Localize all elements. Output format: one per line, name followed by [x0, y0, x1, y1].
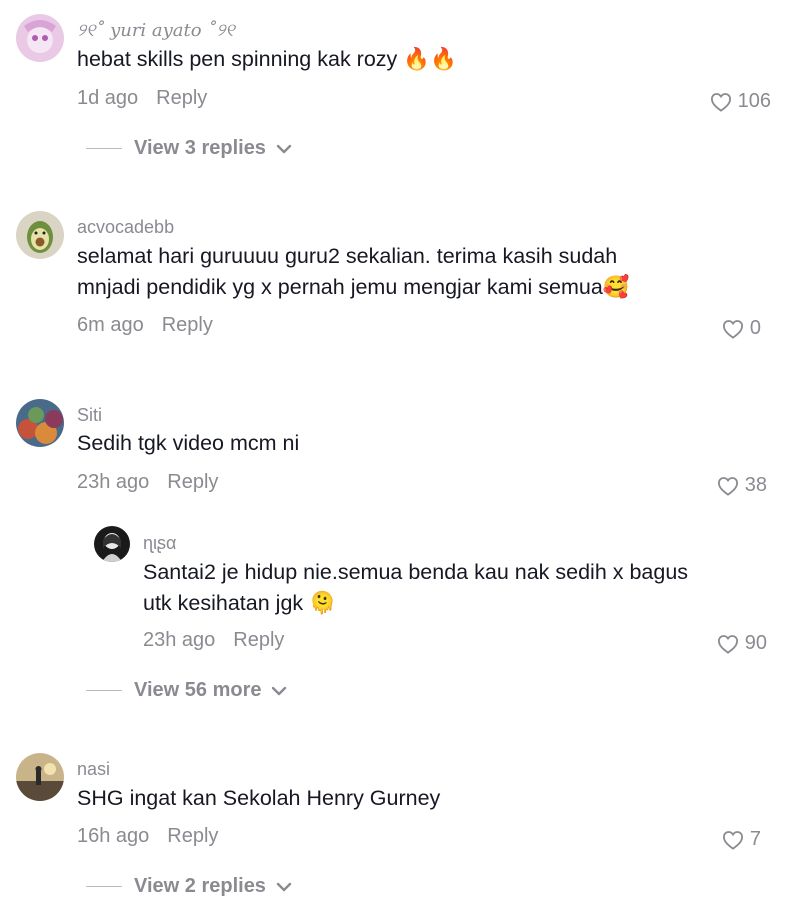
like-count: 106 — [737, 90, 771, 112]
comment-meta: 1d ago Reply — [77, 87, 207, 110]
heart-outline-icon — [717, 634, 738, 654]
reply-button[interactable]: Reply — [167, 825, 218, 847]
comment-time: 16h ago — [77, 825, 150, 847]
divider — [86, 885, 122, 888]
avatar[interactable] — [16, 399, 64, 447]
reply-button[interactable]: Reply — [167, 471, 218, 493]
view-more-label: View 56 more — [134, 679, 262, 701]
avatar[interactable] — [16, 211, 64, 259]
view-more-button[interactable]: View 56 more — [86, 679, 287, 702]
avatar[interactable] — [16, 753, 64, 801]
chevron-down-icon — [276, 144, 292, 153]
username[interactable]: acvocadebb — [77, 217, 174, 238]
like-button[interactable]: 38 — [717, 474, 767, 497]
avatar[interactable] — [94, 526, 130, 562]
like-count: 7 — [749, 828, 761, 850]
comment-meta: 23h ago Reply — [143, 629, 284, 652]
heart-outline-icon — [722, 830, 743, 850]
comment-time: 23h ago — [143, 629, 216, 651]
username[interactable]: ɳιʂα — [143, 533, 176, 554]
comment-text: SHG ingat kan Sekolah Henry Gurney — [77, 786, 441, 810]
like-count: 38 — [744, 474, 767, 496]
username[interactable]: nasi — [77, 759, 110, 780]
like-button[interactable]: 90 — [717, 632, 767, 655]
comment-meta: 6m ago Reply — [77, 314, 213, 337]
divider — [86, 147, 122, 150]
username[interactable]: ୨୧˚ 𝑦𝑢𝑟𝑖 𝑎𝑦𝑎𝑡𝑜 ˚୨୧ — [77, 20, 235, 41]
comment-text: hebat skills pen spinning kak rozy 🔥🔥 — [77, 47, 457, 71]
comment-time: 6m ago — [77, 314, 144, 336]
view-replies-button[interactable]: View 3 replies — [86, 137, 292, 160]
comment-text: selamat hari guruuuu guru2 sekalian. ter… — [77, 244, 630, 299]
comment-text: Sedih tgk video mcm ni — [77, 431, 300, 455]
comment-meta: 23h ago Reply — [77, 471, 218, 494]
heart-outline-icon — [722, 319, 743, 339]
comment-meta: 16h ago Reply — [77, 825, 218, 848]
heart-outline-icon — [717, 476, 738, 496]
comment-time: 23h ago — [77, 471, 150, 493]
chevron-down-icon — [276, 882, 292, 891]
like-button[interactable]: 106 — [710, 90, 771, 113]
avatar[interactable] — [16, 14, 64, 62]
reply-button[interactable]: Reply — [156, 87, 207, 109]
reply-button[interactable]: Reply — [162, 314, 213, 336]
view-replies-button[interactable]: View 2 replies — [86, 875, 292, 898]
divider — [86, 689, 122, 692]
like-button[interactable]: 7 — [722, 828, 761, 851]
chevron-down-icon — [272, 686, 287, 695]
comment-text: Santai2 je hidup nie.semua benda kau nak… — [143, 560, 689, 615]
comment-time: 1d ago — [77, 87, 139, 109]
like-count: 90 — [744, 632, 767, 654]
reply-button[interactable]: Reply — [233, 629, 284, 651]
username[interactable]: Siti — [77, 405, 102, 426]
view-replies-label: View 3 replies — [134, 137, 266, 159]
like-button[interactable]: 0 — [722, 317, 761, 340]
heart-outline-icon — [710, 92, 731, 112]
view-replies-label: View 2 replies — [134, 875, 266, 897]
like-count: 0 — [749, 317, 761, 339]
